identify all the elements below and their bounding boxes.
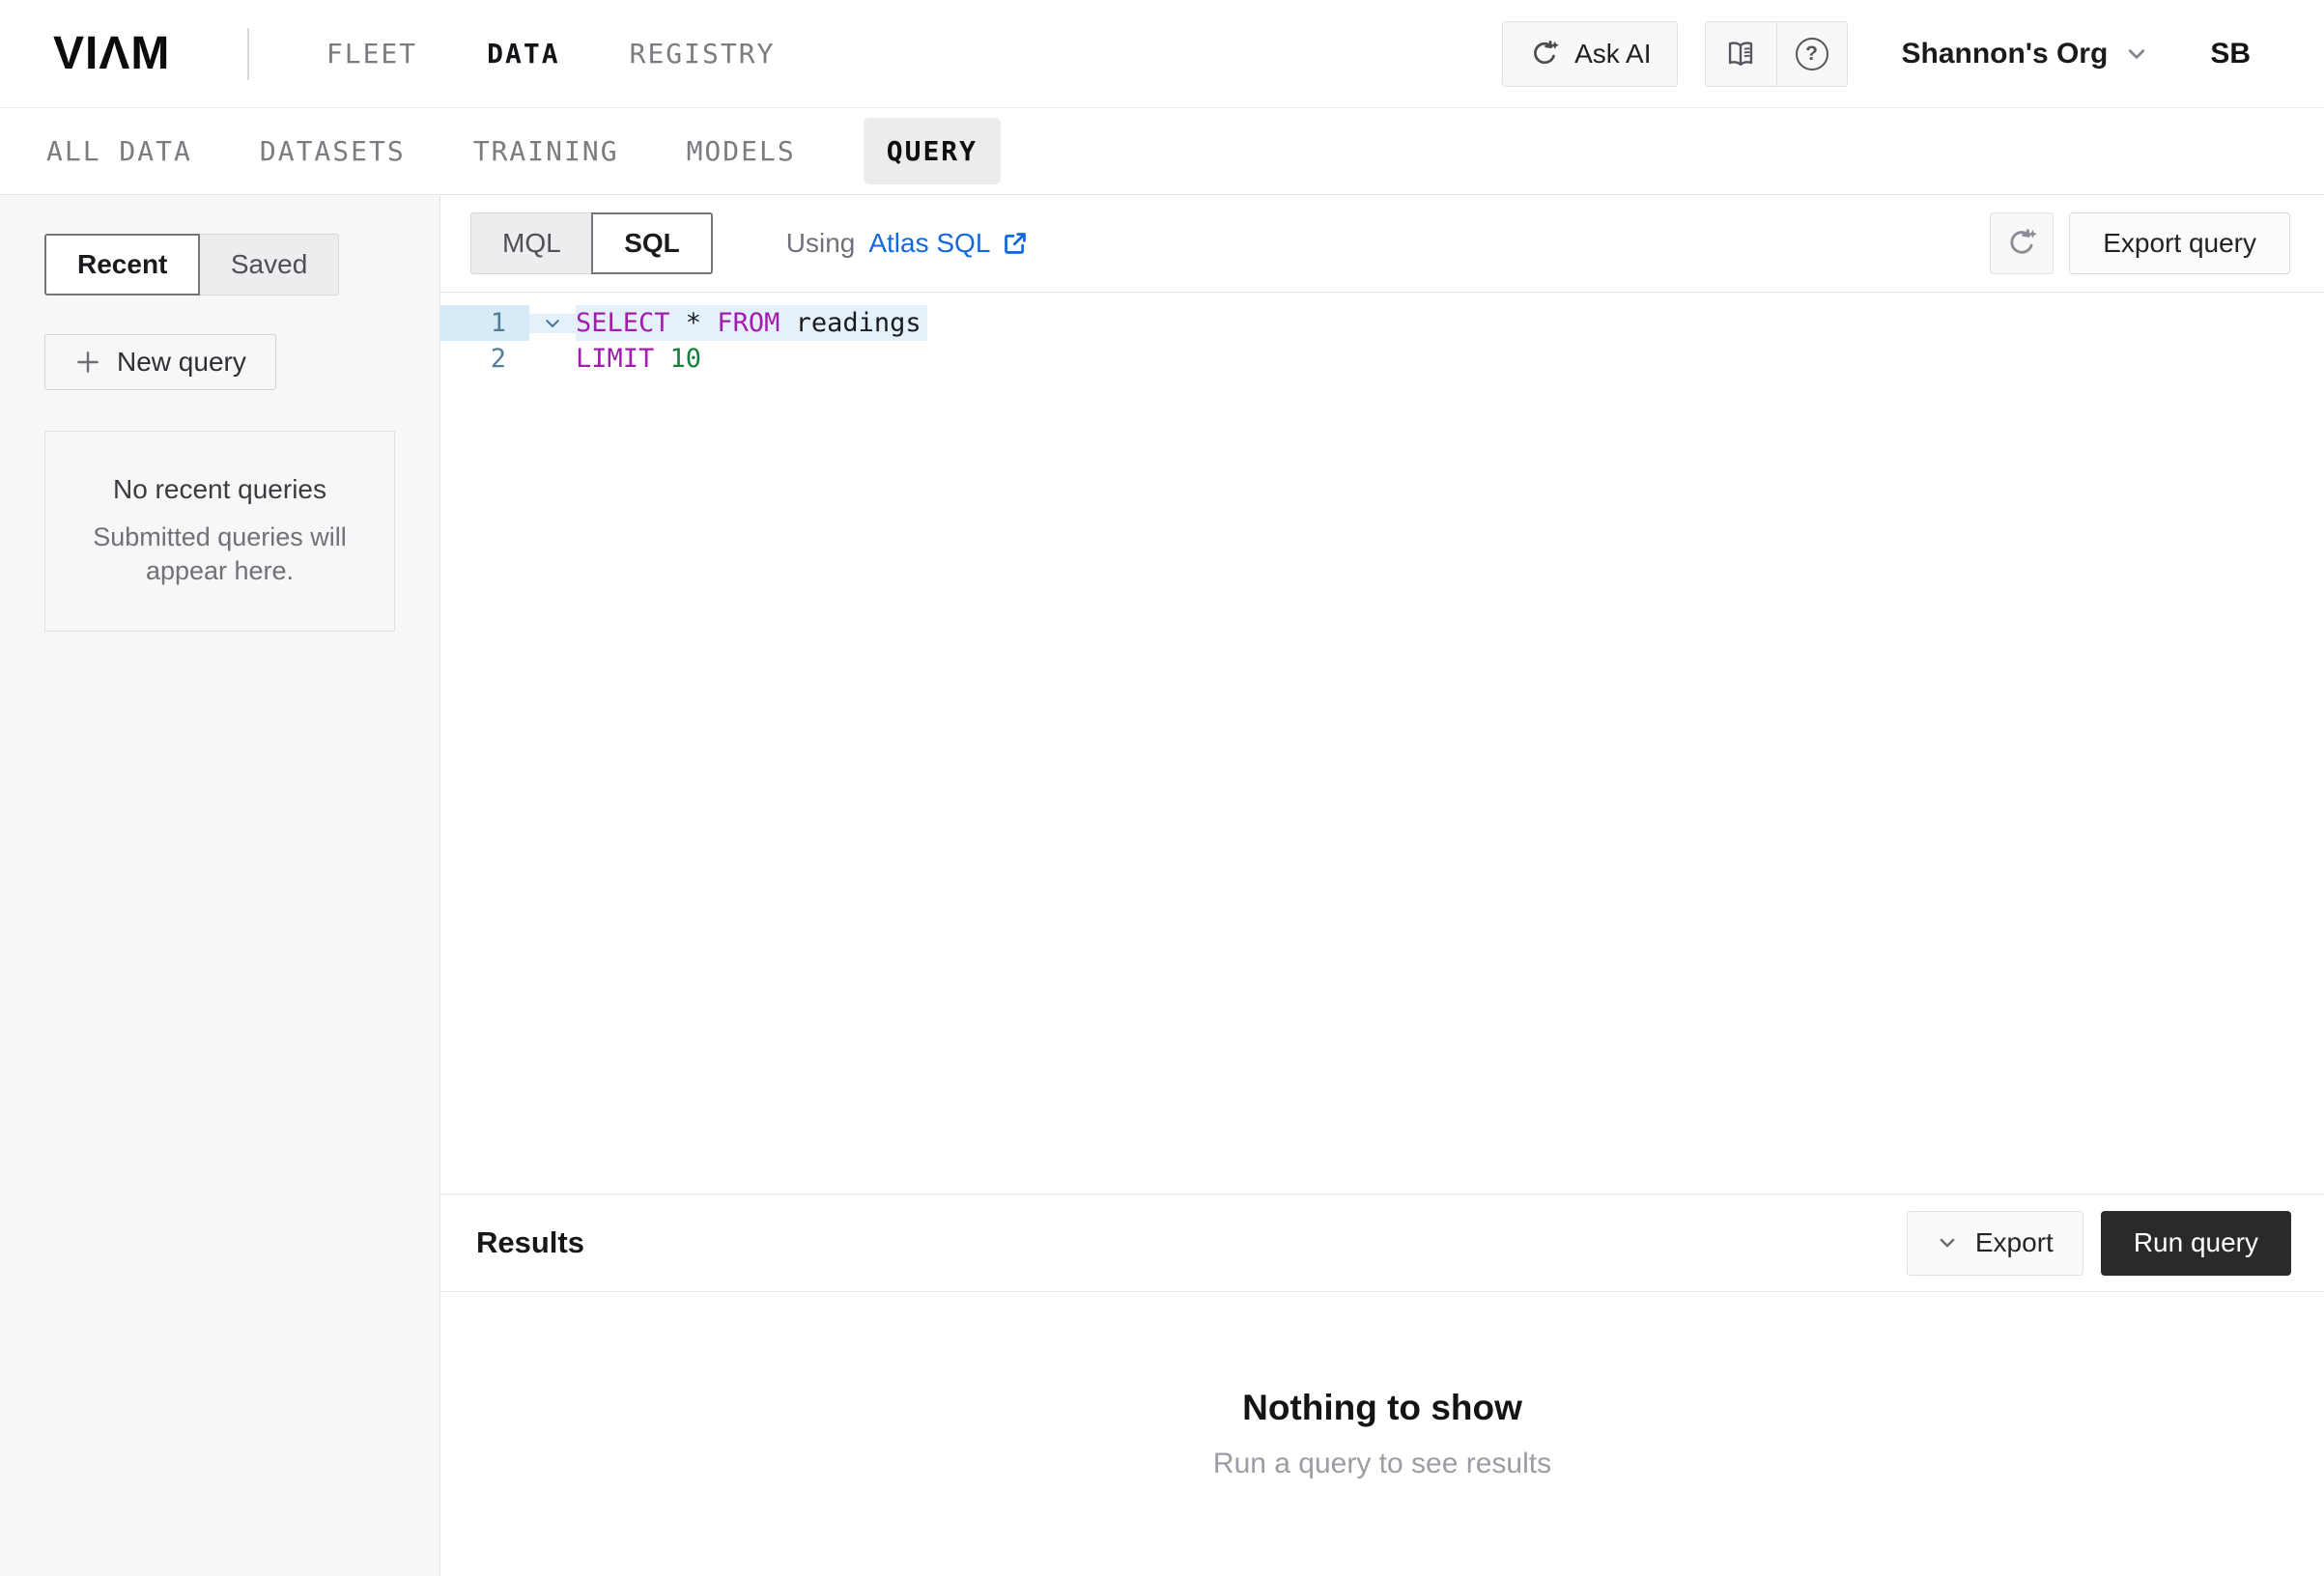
query-panel: MQL SQL Using Atlas SQL: [440, 195, 2324, 1576]
regenerate-query-button[interactable]: [1990, 212, 2054, 274]
tab-query[interactable]: QUERY: [864, 118, 1001, 184]
export-query-button[interactable]: Export query: [2069, 212, 2290, 274]
results-title: Results: [476, 1225, 584, 1260]
export-results-label: Export: [1975, 1227, 2054, 1258]
mql-tab[interactable]: MQL: [470, 212, 593, 274]
plus-icon: [74, 349, 101, 376]
chevron-down-icon: [2125, 42, 2148, 66]
ask-ai-button[interactable]: Ask AI: [1502, 21, 1677, 87]
chevron-down-icon: [1937, 1232, 1958, 1253]
data-section-tabs: ALL DATA DATASETS TRAINING MODELS QUERY: [0, 108, 2324, 195]
nav-registry[interactable]: REGISTRY: [630, 38, 776, 70]
tab-datasets[interactable]: DATASETS: [260, 135, 406, 167]
sql-editor[interactable]: 1 SELECT * FROM readings 2 LIMIT 10: [440, 293, 2324, 1194]
ask-ai-label: Ask AI: [1574, 39, 1651, 70]
query-sidebar: Recent Saved New query No recent queries…: [0, 195, 440, 1576]
run-query-button[interactable]: Run query: [2101, 1211, 2291, 1276]
documentation-button[interactable]: [1706, 22, 1776, 86]
nav-fleet[interactable]: FLEET: [326, 38, 417, 70]
recent-tab[interactable]: Recent: [44, 234, 200, 296]
no-recent-queries-box: No recent queries Submitted queries will…: [44, 431, 395, 632]
using-label: Using: [786, 228, 856, 259]
user-avatar[interactable]: SB: [2210, 38, 2251, 70]
saved-tab[interactable]: Saved: [199, 234, 339, 296]
tab-training[interactable]: TRAINING: [473, 135, 619, 167]
query-language-toggle: MQL SQL: [470, 212, 713, 274]
book-icon: [1723, 37, 1758, 71]
query-toolbar: MQL SQL Using Atlas SQL: [440, 195, 2324, 293]
header-divider: [247, 28, 249, 80]
empty-queries-subtitle: Submitted queries will appear here.: [65, 521, 375, 588]
atlas-sql-link[interactable]: Atlas SQL: [868, 228, 1029, 259]
org-name: Shannon's Org: [1902, 38, 2109, 70]
results-empty-state: Nothing to show Run a query to see resul…: [440, 1292, 2324, 1576]
editor-line-2: 2 LIMIT 10: [440, 341, 2324, 377]
nothing-to-show-title: Nothing to show: [1242, 1388, 1522, 1428]
nav-data[interactable]: DATA: [487, 38, 559, 70]
tab-all-data[interactable]: ALL DATA: [46, 135, 192, 167]
line-number: 1: [440, 305, 529, 341]
empty-queries-title: No recent queries: [65, 474, 375, 505]
top-header: VIΛM FLEET DATA REGISTRY Ask AI: [0, 0, 2324, 108]
viam-logo[interactable]: VIΛM: [53, 27, 170, 80]
line-number: 2: [440, 341, 529, 377]
help-icon: ?: [1796, 38, 1828, 70]
sql-tab[interactable]: SQL: [591, 212, 713, 274]
fold-chevron-icon[interactable]: [529, 314, 576, 333]
primary-nav: FLEET DATA REGISTRY: [326, 38, 776, 70]
nothing-to-show-subtitle: Run a query to see results: [1213, 1448, 1551, 1480]
tab-models[interactable]: MODELS: [687, 135, 796, 167]
using-atlas-sql: Using Atlas SQL: [786, 228, 1030, 259]
export-results-button[interactable]: Export: [1907, 1211, 2083, 1276]
results-header: Results Export Run query: [440, 1194, 2324, 1292]
ai-refresh-sparkle-icon: [1528, 38, 1561, 70]
new-query-button[interactable]: New query: [44, 334, 276, 390]
content-area: Recent Saved New query No recent queries…: [0, 195, 2324, 1576]
new-query-label: New query: [117, 347, 246, 378]
code-line-text: LIMIT 10: [576, 341, 701, 377]
header-icon-group: ?: [1705, 21, 1848, 87]
code-line-text: SELECT * FROM readings: [576, 305, 927, 341]
org-selector[interactable]: Shannon's Org: [1902, 38, 2149, 70]
external-link-icon: [1002, 230, 1029, 257]
recent-saved-toggle: Recent Saved: [44, 234, 339, 296]
editor-line-1: 1 SELECT * FROM readings: [440, 305, 2324, 341]
help-button[interactable]: ?: [1776, 22, 1847, 86]
ai-refresh-sparkle-icon: [2004, 226, 2039, 261]
